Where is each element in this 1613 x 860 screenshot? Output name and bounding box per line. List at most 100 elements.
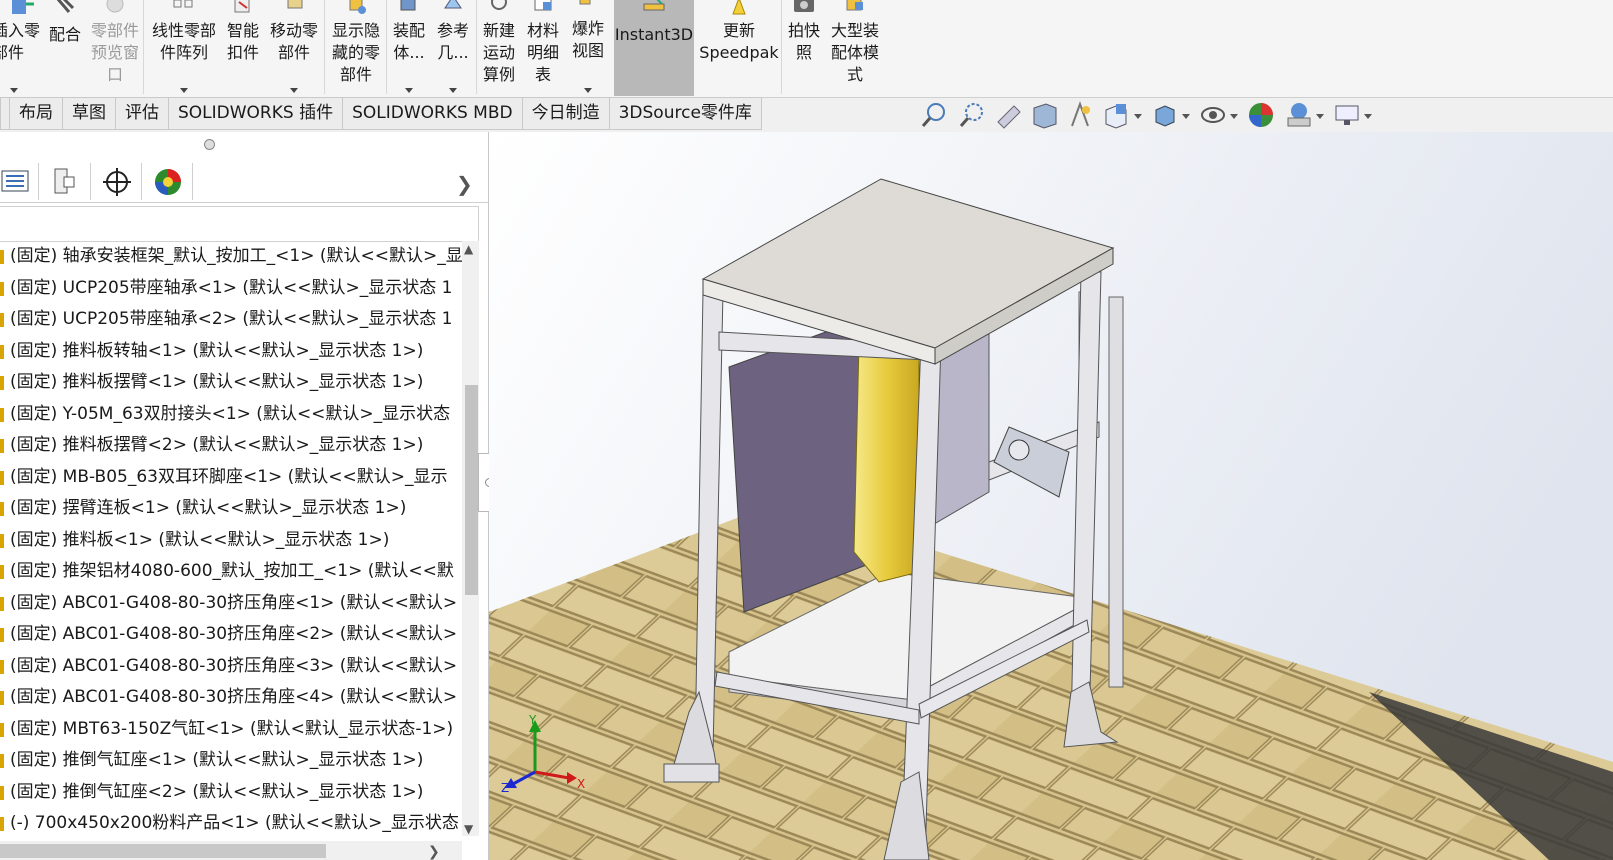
tree-item[interactable]: (固定) UCP205带座轴承<2> (默认<<默认>_显示状态 1 <box>0 304 462 336</box>
tree-item-label: (固定) 推倒气缸座<1> (默认<<默认>_显示状态 1>) <box>10 750 424 770</box>
tree-item-label: (固定) ABC01-G408-80-30挤压角座<1> (默认<<默认> <box>10 592 458 613</box>
tree-item[interactable]: (固定) MBT63-150Z气缸<1> (默认<默认_显示状态-1>) <box>0 714 462 746</box>
tree-item[interactable]: (-) 700x450x200粉料产品<1> (默认<<默认>_显示状态 <box>0 808 462 840</box>
tree-item[interactable]: (固定) ABC01-G408-80-30挤压角座<4> (默认<<默认> <box>0 682 462 714</box>
take-snapshot-button[interactable]: 拍快 照 <box>784 0 824 96</box>
tab-assembly[interactable]: ​ <box>0 97 10 130</box>
mate-icon <box>56 0 75 13</box>
tree-item[interactable]: (固定) UCP205带座轴承<1> (默认<<默认>_显示状态 1 <box>0 273 462 305</box>
motion-study-icon <box>491 0 507 10</box>
tree-item-label: (固定) Y-05M_63双肘接头<1> (默认<<默认>_显示状态 <box>10 403 451 424</box>
move-component-button[interactable]: 移动零 部件 <box>266 0 322 96</box>
component-icon <box>0 754 4 768</box>
tree-item-label: (固定) 推料板摆臂<2> (默认<<默认>_显示状态 1>) <box>10 435 424 455</box>
section-view-icon[interactable] <box>1030 100 1060 130</box>
tree-item-label: (固定) ABC01-G408-80-30挤压角座<2> (默认<<默认> <box>10 624 458 644</box>
zoom-to-fit-icon[interactable] <box>920 100 950 130</box>
tree-item-label: (固定) MBT63-150Z气缸<1> (默认<默认_显示状态-1>) <box>10 718 454 739</box>
bill-of-materials-button[interactable]: 材料 明细 表 <box>522 0 564 96</box>
show-hidden-components-icon <box>349 0 366 14</box>
show-hidden-components-button[interactable]: 显示隐 藏的零 部件 <box>327 0 385 96</box>
mate-button[interactable]: 配合 <box>44 0 86 96</box>
tab-solidworks-addins[interactable]: SOLIDWORKS 插件 <box>169 97 344 130</box>
linear-pattern-icon <box>173 0 193 8</box>
tree-item[interactable]: (固定) 推料板转轴<1> (默认<<默认>_显示状态 1>) <box>0 336 462 368</box>
apply-scene-icon[interactable] <box>1284 100 1314 130</box>
component-icon <box>0 376 4 390</box>
display-style-icon[interactable] <box>1150 100 1180 130</box>
chevron-down-icon[interactable] <box>1316 114 1324 119</box>
tree-item[interactable]: (固定) 推架铝材4080-600_默认_按加工_<1> (默认<<默 <box>0 556 462 588</box>
ribbon-divider <box>386 0 387 94</box>
component-icon <box>0 565 4 579</box>
hide-show-items-icon[interactable] <box>1198 100 1228 130</box>
tree-item[interactable]: (固定) 摆臂连板<1> (默认<<默认>_显示状态 1>) <box>0 493 462 525</box>
tree-item[interactable]: (固定) Y-05M_63双肘接头<1> (默认<<默认>_显示状态 <box>0 399 462 431</box>
tab-evaluate[interactable]: 评估 <box>116 97 169 130</box>
chevron-down-icon[interactable] <box>1134 114 1142 119</box>
move-component-icon <box>287 0 303 9</box>
panel-tabs <box>0 162 488 203</box>
chevron-down-icon[interactable] <box>1182 114 1190 119</box>
previous-view-icon[interactable] <box>994 100 1024 130</box>
tree-item[interactable]: (固定) 推料板摆臂<1> (默认<<默认>_显示状态 1>) <box>0 367 462 399</box>
y-axis-label: Y <box>528 713 537 727</box>
reference-geometry-button[interactable]: 参考 几... <box>432 0 474 96</box>
linear-pattern-button[interactable]: 线性零部 件阵列 <box>146 0 222 96</box>
tab-layout[interactable]: 布局 <box>10 97 63 130</box>
tree-item[interactable]: (固定) ABC01-G408-80-30挤压角座<3> (默认<<默认> <box>0 651 462 683</box>
tree-item[interactable]: (固定) 推料板摆臂<2> (默认<<默认>_显示状态 1>) <box>0 430 462 462</box>
zoom-to-area-icon[interactable] <box>958 100 988 130</box>
configuration-manager-tab[interactable] <box>91 163 142 200</box>
tree-item[interactable]: (固定) ABC01-G408-80-30挤压角座<1> (默认<<默认> <box>0 588 462 620</box>
tab-3dsource-library[interactable]: 3DSource零件库 <box>609 97 762 130</box>
chevron-down-icon <box>449 88 457 93</box>
tree-item[interactable]: (固定) 推料板<1> (默认<<默认>_显示状态 1>) <box>0 525 462 557</box>
property-manager-tab[interactable] <box>40 163 91 200</box>
speedpak-icon <box>732 0 746 15</box>
scroll-up-arrow-icon[interactable]: ▲ <box>464 242 473 256</box>
panel-resize-handle[interactable] <box>204 139 215 150</box>
component-preview-icon <box>106 0 124 13</box>
tree-item-label: (-) 700x450x200粉料产品<1> (默认<<默认>_显示状态 <box>10 813 459 833</box>
tree-item[interactable]: (固定) 推倒气缸座<1> (默认<<默认>_显示状态 1>) <box>0 745 462 777</box>
chevron-down-icon[interactable] <box>1364 114 1372 119</box>
tree-filter-field[interactable] <box>0 206 479 242</box>
side-panel <box>728 319 870 613</box>
chevron-right-icon[interactable]: ❯ <box>456 172 473 196</box>
scrollbar-thumb[interactable] <box>465 385 478 595</box>
tab-manufacturing-today[interactable]: 今日制造 <box>522 97 610 130</box>
command-manager-ribbon: 插入零 部件 配合 零部件 预览窗 口 线性零部 件阵列 智能 扣件 移动零 部… <box>0 0 1613 98</box>
large-assembly-mode-button[interactable]: 大型装 配体模 式 <box>826 0 884 96</box>
tab-sketch[interactable]: 草图 <box>63 97 116 130</box>
display-manager-tab[interactable] <box>142 163 193 200</box>
insert-component-button[interactable]: 插入零 部件 <box>0 0 44 96</box>
component-preview-button[interactable]: 零部件 预览窗 口 <box>88 0 142 96</box>
new-motion-study-button[interactable]: 新建 运动 算例 <box>478 0 520 96</box>
view-settings-icon[interactable] <box>1332 100 1362 130</box>
edit-appearance-icon[interactable] <box>1246 100 1276 130</box>
chevron-down-icon <box>584 88 592 93</box>
view-orientation-icon[interactable] <box>1102 100 1132 130</box>
tree-item[interactable]: (固定) 推倒气缸座<2> (默认<<默认>_显示状态 1>) <box>0 777 462 809</box>
update-speedpak-button[interactable]: 更新 Speedpak <box>698 0 780 96</box>
scrollbar-thumb[interactable] <box>0 844 326 858</box>
graphics-area[interactable]: Y X Z <box>489 132 1613 860</box>
smart-fasteners-button[interactable]: 智能 扣件 <box>222 0 264 96</box>
instant3d-button[interactable]: Instant3D <box>614 0 694 96</box>
ribbon-divider <box>324 0 325 94</box>
feature-manager-tab[interactable] <box>0 163 39 200</box>
exploded-view-button[interactable]: 爆炸 视图 <box>566 0 610 96</box>
exploded-view-icon <box>579 0 591 5</box>
scroll-down-arrow-icon[interactable]: ▼ <box>464 822 473 836</box>
tree-item[interactable]: (固定) ABC01-G408-80-30挤压角座<2> (默认<<默认> <box>0 619 462 651</box>
tab-solidworks-mbd[interactable]: SOLIDWORKS MBD <box>343 97 523 130</box>
tree-item[interactable]: (固定) 轴承安装框架_默认_按加工_<1> (默认<<默认>_显 <box>0 241 462 273</box>
tree-item[interactable]: (固定) MB-B05_63双耳环脚座<1> (默认<<默认>_显示 <box>0 462 462 494</box>
chevron-down-icon[interactable] <box>1230 114 1238 119</box>
z-axis-label: Z <box>501 781 509 795</box>
assembly-features-button[interactable]: 装配 体... <box>388 0 430 96</box>
dynamic-annotation-icon[interactable] <box>1066 100 1096 130</box>
component-icon <box>0 628 4 642</box>
scroll-right-arrow-icon[interactable]: ❯ <box>428 844 440 860</box>
